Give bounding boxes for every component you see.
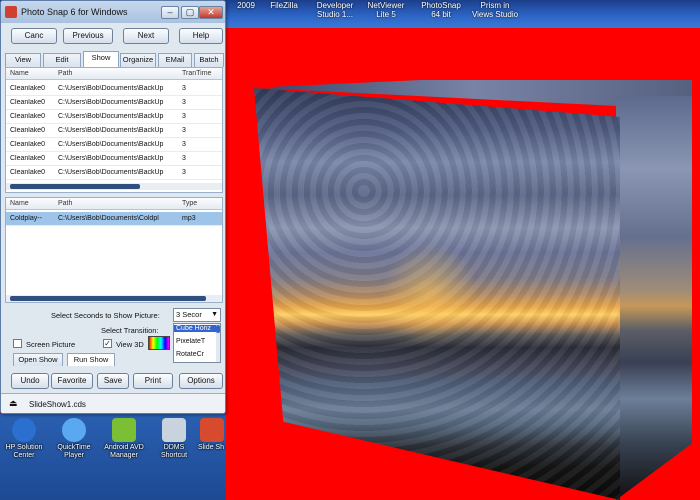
table-row[interactable]: Cleanlake0 C:\Users\Bob\Documents\BackUp…	[6, 82, 222, 96]
screen-picture-checkbox[interactable]	[13, 339, 22, 348]
favorite-button[interactable]: Favorite	[51, 373, 93, 389]
table-row[interactable]: Cleanlake0 C:\Users\Bob\Documents\BackUp…	[6, 96, 222, 110]
transition-list[interactable]: Cube Horiz PixelateT RotateCr	[173, 323, 221, 363]
options-button[interactable]: Options	[179, 373, 223, 389]
column-trantime[interactable]: TranTime	[182, 70, 211, 77]
maximize-button[interactable]: ▢	[181, 6, 199, 19]
scrollbar-thumb[interactable]	[10, 296, 206, 301]
eject-icon[interactable]: ⏏	[9, 398, 18, 409]
transition-option[interactable]: PixelateT	[176, 338, 216, 345]
transition-scrollbar[interactable]	[216, 324, 220, 362]
image-list[interactable]: Name Path TranTime Cleanlake0 C:\Users\B…	[5, 67, 223, 193]
quicktime-icon	[62, 418, 86, 442]
image-list-scrollbar[interactable]	[6, 183, 222, 190]
print-button[interactable]: Print	[133, 373, 173, 389]
color-picker-swatch[interactable]	[148, 336, 170, 350]
title-bar[interactable]: Photo Snap 6 for Windows – ▢ ✕	[1, 1, 225, 23]
seconds-label: Select Seconds to Show Picture:	[51, 311, 160, 320]
photo-snap-window: Photo Snap 6 for Windows – ▢ ✕ Canc Prev…	[0, 0, 226, 414]
slideshow-icon	[200, 418, 224, 442]
desktop-label-2009[interactable]: 2009	[232, 1, 260, 10]
table-row[interactable]: Cleanlake0 C:\Users\Bob\Documents\BackUp…	[6, 152, 222, 166]
hp-icon	[12, 418, 36, 442]
transition-option[interactable]: Cube Horiz	[174, 325, 218, 332]
file-name: SlideShow1.cds	[29, 400, 86, 409]
window-title: Photo Snap 6 for Windows	[21, 7, 128, 17]
desktop-label-developer-studio[interactable]: Developer Studio 1...	[312, 1, 358, 19]
tab-open-show[interactable]: Open Show	[13, 353, 63, 366]
cancel-button[interactable]: Canc	[11, 28, 57, 44]
tab-run-show[interactable]: Run Show	[67, 353, 115, 366]
table-row[interactable]: Cleanlake0 C:\Users\Bob\Documents\BackUp…	[6, 138, 222, 152]
android-icon	[112, 418, 136, 442]
chevron-down-icon: ▼	[211, 311, 218, 318]
next-button[interactable]: Next	[123, 28, 169, 44]
tab-show[interactable]: Show	[83, 51, 119, 67]
column-type[interactable]: Type	[182, 200, 197, 207]
view-3d-label: View 3D	[116, 340, 144, 349]
desktop-label-photosnap[interactable]: PhotoSnap 64 bit	[416, 1, 466, 19]
table-row[interactable]: Cleanlake0 C:\Users\Bob\Documents\BackUp…	[6, 110, 222, 124]
view-3d-checkbox[interactable]: ✓	[103, 339, 112, 348]
transition-label: Select Transition:	[101, 326, 159, 335]
app-icon	[5, 6, 17, 18]
transition-option[interactable]: RotateCr	[176, 351, 216, 358]
screen-picture-label: Screen Picture	[26, 340, 76, 349]
undo-button[interactable]: Undo	[11, 373, 49, 389]
column-path[interactable]: Path	[58, 200, 72, 207]
previous-button[interactable]: Previous	[63, 28, 113, 44]
desktop-label-filezilla[interactable]: FileZilla	[262, 1, 306, 10]
table-row[interactable]: Cleanlake0 C:\Users\Bob\Documents\BackUp…	[6, 124, 222, 138]
image-list-header: Name Path TranTime	[6, 68, 222, 80]
help-button[interactable]: Help	[179, 28, 223, 44]
table-row[interactable]: Cleanlake0 C:\Users\Bob\Documents\BackUp…	[6, 166, 222, 180]
tab-batch[interactable]: Batch	[194, 53, 224, 67]
ddms-icon	[162, 418, 186, 442]
music-list-header: Name Path Type	[6, 198, 222, 210]
column-name[interactable]: Name	[10, 70, 29, 77]
table-row[interactable]: Coldplay-- C:\Users\Bob\Documents\Coldpl…	[6, 212, 222, 226]
music-list-scrollbar[interactable]	[6, 295, 222, 302]
seconds-select[interactable]: 3 Secor ▼	[173, 308, 221, 322]
column-path[interactable]: Path	[58, 70, 72, 77]
close-button[interactable]: ✕	[199, 6, 223, 19]
save-button[interactable]: Save	[97, 373, 129, 389]
tab-email[interactable]: EMail	[158, 53, 192, 67]
music-list[interactable]: Name Path Type Coldplay-- C:\Users\Bob\D…	[5, 197, 223, 303]
cube-side-face	[616, 96, 692, 500]
column-name[interactable]: Name	[10, 200, 29, 207]
desktop-label-prism[interactable]: Prism in Views Studio	[470, 1, 520, 19]
tab-view[interactable]: View	[5, 53, 41, 67]
file-bar: ⏏ SlideShow1.cds	[1, 393, 225, 413]
scrollbar-thumb[interactable]	[10, 184, 140, 189]
minimize-button[interactable]: –	[161, 6, 179, 19]
tab-organize[interactable]: Organize	[120, 53, 156, 67]
tab-edit[interactable]: Edit	[43, 53, 81, 67]
desktop-label-netviewer[interactable]: NetViewer Lite 5	[364, 1, 408, 19]
desktop-icon-area: HP Solution Center QuickTime Player Andr…	[0, 414, 226, 500]
